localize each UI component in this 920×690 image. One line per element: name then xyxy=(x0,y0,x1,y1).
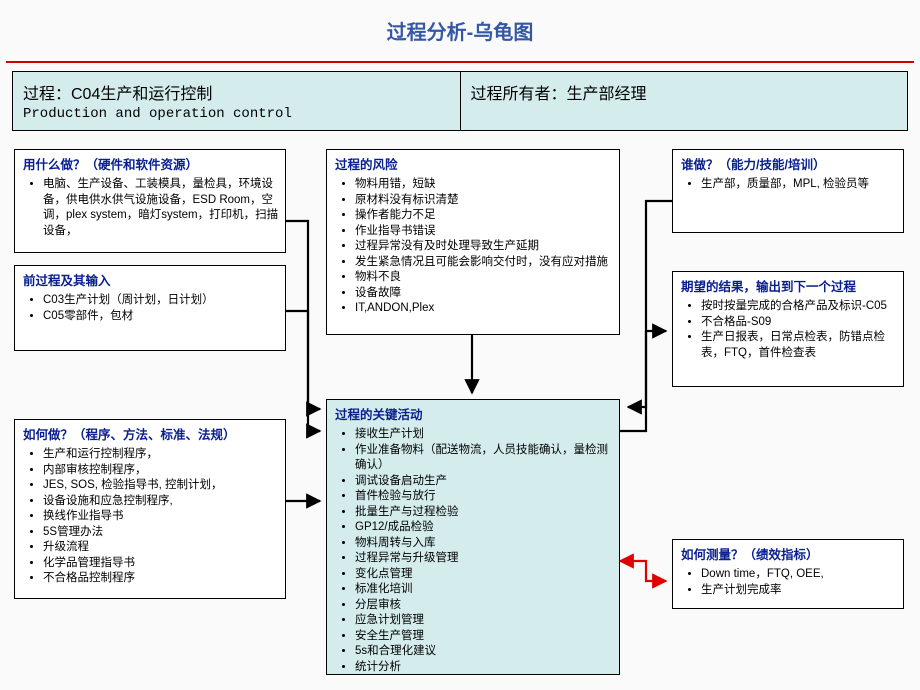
page-title: 过程分析-乌龟图 xyxy=(0,0,920,53)
box-outputs: 期望的结果，输出到下一个过程 按时按量完成的合格产品及标识-C05 不合格品-S… xyxy=(672,271,904,387)
list-item: 物料用错，短缺 xyxy=(355,177,613,193)
list-item: 作业指导书错误 xyxy=(355,224,613,240)
box-prev-inputs-title: 前过程及其输入 xyxy=(15,266,285,291)
list-item: 原材料没有标识清楚 xyxy=(355,193,613,209)
list-item: 设备设施和应急控制程序, xyxy=(43,494,279,510)
list-item: 调试设备启动生产 xyxy=(355,474,613,490)
box-risks: 过程的风险 物料用错，短缺 原材料没有标识清楚 操作者能力不足 作业指导书错误 … xyxy=(326,149,620,335)
box-measure-list: Down time，FTQ, OEE, 生产计划完成率 xyxy=(673,565,903,604)
list-item: 5S管理办法 xyxy=(43,525,279,541)
box-prev-inputs-list: C03生产计划（周计划，日计划） C05零部件，包材 xyxy=(15,291,285,330)
box-risks-list: 物料用错，短缺 原材料没有标识清楚 操作者能力不足 作业指导书错误 过程异常没有… xyxy=(327,175,619,323)
box-who: 谁做？（能力/技能/培训） 生产部，质量部，MPL, 检验员等 xyxy=(672,149,904,233)
list-item: 首件检验与放行 xyxy=(355,489,613,505)
process-header: 过程：C04生产和运行控制 Production and operation c… xyxy=(12,71,908,131)
list-item: GP12/成品检验 xyxy=(355,520,613,536)
list-item: 作业准备物料（配送物流，人员技能确认，量检测确认） xyxy=(355,443,613,474)
list-item: 设备故障 xyxy=(355,286,613,302)
list-item: 生产部，质量部，MPL, 检验员等 xyxy=(701,177,897,193)
list-item: IT,ANDON,Plex xyxy=(355,301,613,317)
list-item: 不合格品-S09 xyxy=(701,315,897,331)
list-item: 电脑、生产设备、工装模具，量检具，环境设备，供电供水供气设施设备，ESD Roo… xyxy=(43,177,279,239)
process-name-en: Production and operation control xyxy=(23,106,450,122)
turtle-diagram-canvas: 用什么做？（硬件和软件资源） 电脑、生产设备、工装模具，量检具，环境设备，供电供… xyxy=(0,141,920,681)
box-howdo-list: 生产和运行控制程序， 内部审核控制程序， JES, SOS, 检验指导书, 控制… xyxy=(15,445,285,593)
list-item: 应急计划管理 xyxy=(355,613,613,629)
list-item: 物料不良 xyxy=(355,270,613,286)
list-item: 标准化培训 xyxy=(355,582,613,598)
list-item: 内部审核控制程序， xyxy=(43,463,279,479)
process-owner-cell: 过程所有者：生产部经理 xyxy=(461,72,908,130)
list-item: 生产日报表，日常点检表，防错点检表，FTQ，首件检查表 xyxy=(701,330,897,361)
list-item: 换线作业指导书 xyxy=(43,509,279,525)
list-item: 过程异常没有及时处理导致生产延期 xyxy=(355,239,613,255)
list-item: 发生紧急情况且可能会影响交付时，没有应对措施 xyxy=(355,255,613,271)
box-prev-inputs: 前过程及其输入 C03生产计划（周计划，日计划） C05零部件，包材 xyxy=(14,265,286,351)
list-item: 安全生产管理 xyxy=(355,629,613,645)
box-measure: 如何测量？（绩效指标） Down time，FTQ, OEE, 生产计划完成率 xyxy=(672,539,904,609)
list-item: JES, SOS, 检验指导书, 控制计划， xyxy=(43,478,279,494)
box-outputs-title: 期望的结果，输出到下一个过程 xyxy=(673,272,903,297)
title-underline xyxy=(6,61,914,63)
box-key-activities-title: 过程的关键活动 xyxy=(327,400,619,425)
list-item: 批量生产与过程检验 xyxy=(355,505,613,521)
box-outputs-list: 按时按量完成的合格产品及标识-C05 不合格品-S09 生产日报表，日常点检表，… xyxy=(673,297,903,367)
list-item: 物料周转与入库 xyxy=(355,536,613,552)
box-resources: 用什么做？（硬件和软件资源） 电脑、生产设备、工装模具，量检具，环境设备，供电供… xyxy=(14,149,286,253)
box-who-title: 谁做？（能力/技能/培训） xyxy=(673,150,903,175)
list-item: 生产计划完成率 xyxy=(701,583,897,599)
list-item: 操作者能力不足 xyxy=(355,208,613,224)
box-howdo-title: 如何做？（程序、方法、标准、法规） xyxy=(15,420,285,445)
list-item: 按时按量完成的合格产品及标识-C05 xyxy=(701,299,897,315)
box-key-activities: 过程的关键活动 接收生产计划 作业准备物料（配送物流，人员技能确认，量检测确认）… xyxy=(326,399,620,675)
process-owner: 过程所有者：生产部经理 xyxy=(471,80,898,104)
list-item: 接收生产计划 xyxy=(355,427,613,443)
list-item: 5s和合理化建议 xyxy=(355,644,613,660)
process-name-cell: 过程：C04生产和运行控制 Production and operation c… xyxy=(13,72,461,130)
box-risks-title: 过程的风险 xyxy=(327,150,619,175)
box-measure-title: 如何测量？（绩效指标） xyxy=(673,540,903,565)
box-who-list: 生产部，质量部，MPL, 检验员等 xyxy=(673,175,903,199)
list-item: 生产和运行控制程序， xyxy=(43,447,279,463)
box-resources-list: 电脑、生产设备、工装模具，量检具，环境设备，供电供水供气设施设备，ESD Roo… xyxy=(15,175,285,245)
process-name-cn: 过程：C04生产和运行控制 xyxy=(23,80,450,104)
list-item: 化学品管理指导书 xyxy=(43,556,279,572)
list-item: C03生产计划（周计划，日计划） xyxy=(43,293,279,309)
box-howdo: 如何做？（程序、方法、标准、法规） 生产和运行控制程序， 内部审核控制程序， J… xyxy=(14,419,286,599)
list-item: 分层审核 xyxy=(355,598,613,614)
list-item: Down time，FTQ, OEE, xyxy=(701,567,897,583)
list-item: 变化点管理 xyxy=(355,567,613,583)
list-item: 不合格品控制程序 xyxy=(43,571,279,587)
list-item: C05零部件，包材 xyxy=(43,309,279,325)
list-item: 统计分析 xyxy=(355,660,613,676)
box-key-activities-list: 接收生产计划 作业准备物料（配送物流，人员技能确认，量检测确认） 调试设备启动生… xyxy=(327,425,619,681)
list-item: 过程异常与升级管理 xyxy=(355,551,613,567)
box-resources-title: 用什么做？（硬件和软件资源） xyxy=(15,150,285,175)
list-item: 升级流程 xyxy=(43,540,279,556)
